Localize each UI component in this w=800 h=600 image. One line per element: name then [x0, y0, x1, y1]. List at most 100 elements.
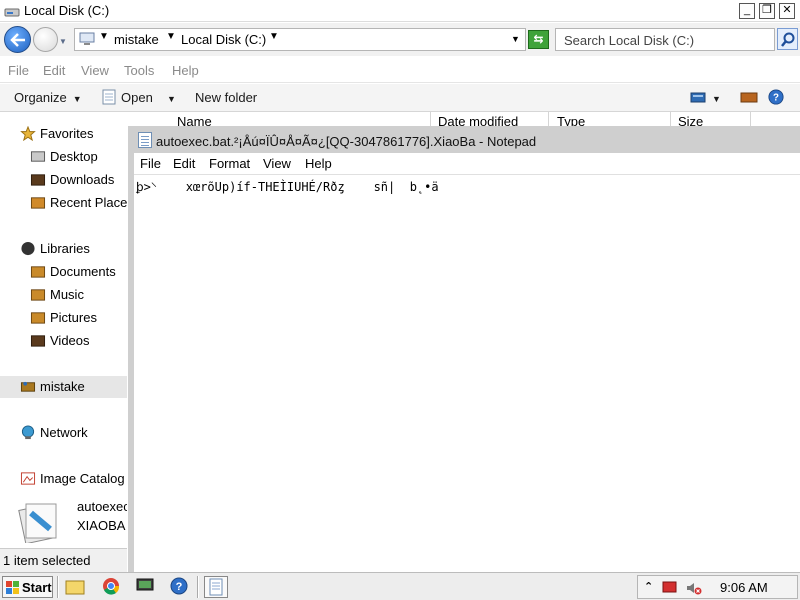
- notepad-menu-format[interactable]: Format: [209, 156, 250, 171]
- menu-file[interactable]: File: [8, 63, 29, 78]
- nav-label: Favorites: [40, 126, 94, 141]
- nav-label: Network: [40, 425, 88, 440]
- taskbar-computer-button[interactable]: [134, 576, 158, 598]
- address-bar[interactable]: ▼ mistake ▼ Local Disk (C:) ▼ ▼: [74, 28, 526, 51]
- volume-muted-icon[interactable]: [686, 581, 702, 595]
- navigation-pane: Favorites Desktop Downloads Recent Place…: [0, 112, 127, 495]
- nav-label: Documents: [50, 264, 116, 279]
- notepad-text-area[interactable]: ꝧ>⸌ xœrõUp)íf-THEÌIUHÉ/Rðȥ sñ| b˛•ä: [136, 178, 796, 568]
- minimize-button[interactable]: _: [739, 3, 755, 19]
- libraries-icon: [21, 241, 35, 256]
- action-center-icon[interactable]: [662, 581, 678, 595]
- nav-label: Libraries: [40, 241, 90, 256]
- recent-pages-dropdown-icon[interactable]: ▼: [59, 37, 67, 46]
- clock[interactable]: 9:06 AM: [720, 580, 768, 595]
- column-separator[interactable]: [548, 112, 549, 126]
- breadcrumb-separator-icon[interactable]: ▼: [99, 31, 109, 42]
- notepad-menu-file[interactable]: File: [140, 156, 161, 171]
- notepad-menu-view[interactable]: View: [263, 156, 291, 171]
- nav-label: Pictures: [50, 310, 97, 325]
- search-placeholder: Search Local Disk (C:): [564, 33, 695, 48]
- open-label: Open: [121, 90, 153, 105]
- taskbar-separator: [197, 576, 199, 598]
- selected-file-name: autoexec: [77, 499, 127, 514]
- help-icon: ?: [170, 577, 188, 595]
- column-separator[interactable]: [670, 112, 671, 126]
- nav-label: Desktop: [50, 149, 98, 164]
- search-input[interactable]: Search Local Disk (C:): [555, 28, 775, 51]
- computer-icon: [79, 32, 95, 45]
- network-icon: [21, 425, 35, 440]
- drive-icon: [4, 8, 20, 17]
- column-separator[interactable]: [430, 112, 431, 126]
- taskbar-explorer-button[interactable]: [64, 576, 88, 598]
- taskbar: Start ? ⌃ 9:06 AM: [0, 572, 800, 600]
- organize-label: Organize: [14, 90, 67, 105]
- system-tray: ⌃ 9:06 AM: [637, 575, 798, 599]
- status-bar: 1 item selected: [0, 548, 127, 572]
- refresh-button[interactable]: ⇆: [528, 30, 549, 49]
- taskbar-help-button[interactable]: ?: [168, 576, 192, 598]
- nav-label: Image Catalog: [40, 471, 125, 486]
- start-button[interactable]: Start: [2, 576, 53, 598]
- notepad-menubar: File Edit Format View Help: [134, 153, 800, 175]
- notepad-window[interactable]: autoexec.bat.²¡Åú¤ÏÛ¤Å¤Ã¤¿[QQ-3047861776…: [128, 126, 800, 572]
- favorites-star-icon: [20, 126, 36, 141]
- notepad-menu-help[interactable]: Help: [305, 156, 332, 171]
- windows-logo-icon: [6, 581, 19, 594]
- notepad-icon: [209, 578, 223, 596]
- open-file-icon: [102, 89, 116, 105]
- search-icon: [781, 32, 795, 47]
- back-arrow-icon: [10, 33, 25, 47]
- taskbar-notepad-button[interactable]: [204, 576, 228, 598]
- file-list-column-header: Name Date modified Type Size: [127, 112, 800, 129]
- desktop-icon: [30, 151, 46, 162]
- taskbar-chrome-button[interactable]: [100, 576, 124, 598]
- menu-tools[interactable]: Tools: [124, 63, 154, 78]
- organize-button[interactable]: Organize ▼: [14, 90, 82, 105]
- explorer-menubar: File Edit View Tools Help: [0, 57, 800, 83]
- details-pane: autoexec XIAOBA: [0, 495, 127, 547]
- new-folder-button[interactable]: New folder: [195, 90, 257, 105]
- view-options-dropdown-icon[interactable]: ▼: [712, 90, 721, 105]
- status-text: 1 item selected: [3, 553, 91, 568]
- open-dropdown-icon[interactable]: ▼: [167, 90, 176, 105]
- help-icon[interactable]: ?: [767, 89, 785, 105]
- breadcrumb-separator-icon[interactable]: ▼: [166, 31, 176, 42]
- show-hidden-icons-button[interactable]: ⌃: [644, 580, 653, 593]
- file-thumbnail-icon: [18, 503, 57, 543]
- selected-file-type: XIAOBA: [77, 518, 126, 533]
- videos-folder-icon: [30, 335, 46, 347]
- pictures-folder-icon: [30, 312, 46, 324]
- nav-label: Recent Places: [50, 195, 127, 210]
- nav-label: Downloads: [50, 172, 115, 187]
- notepad-menu-edit[interactable]: Edit: [173, 156, 195, 171]
- notepad-titlebar[interactable]: autoexec.bat.²¡Åú¤ÏÛ¤Å¤Ã¤¿[QQ-3047861776…: [134, 126, 800, 153]
- forward-button[interactable]: [33, 27, 58, 52]
- start-label: Start: [22, 580, 52, 595]
- chevron-down-icon: ▼: [72, 94, 82, 104]
- explorer-titlebar[interactable]: Local Disk (C:) _ ❐ ✕: [0, 0, 800, 22]
- maximize-button[interactable]: ❐: [759, 3, 775, 19]
- menu-edit[interactable]: Edit: [43, 63, 65, 78]
- command-bar: Organize ▼ Open ▼ New folder ▼ ?: [0, 84, 800, 112]
- music-folder-icon: [30, 289, 46, 301]
- menu-view[interactable]: View: [81, 63, 109, 78]
- menu-help[interactable]: Help: [172, 63, 199, 78]
- change-view-icon[interactable]: [689, 89, 707, 105]
- breadcrumb-item-local-disk[interactable]: Local Disk (C:): [181, 32, 266, 47]
- nav-label: Music: [50, 287, 84, 302]
- window-title: Local Disk (C:): [24, 3, 110, 18]
- close-button[interactable]: ✕: [779, 3, 795, 19]
- preview-pane-icon[interactable]: [740, 89, 758, 105]
- column-separator[interactable]: [750, 112, 751, 126]
- notepad-title: autoexec.bat.²¡Åú¤ÏÛ¤Å¤Ã¤¿[QQ-3047861776…: [156, 134, 537, 149]
- open-button[interactable]: Open: [121, 90, 153, 105]
- chrome-icon: [103, 578, 120, 595]
- breadcrumb-item-mistake[interactable]: mistake: [114, 32, 159, 47]
- back-button[interactable]: [4, 26, 31, 53]
- breadcrumb-separator-icon[interactable]: ▼: [269, 31, 279, 42]
- search-button[interactable]: [777, 28, 798, 50]
- documents-folder-icon: [30, 266, 46, 278]
- address-history-dropdown-icon[interactable]: ▼: [511, 34, 520, 44]
